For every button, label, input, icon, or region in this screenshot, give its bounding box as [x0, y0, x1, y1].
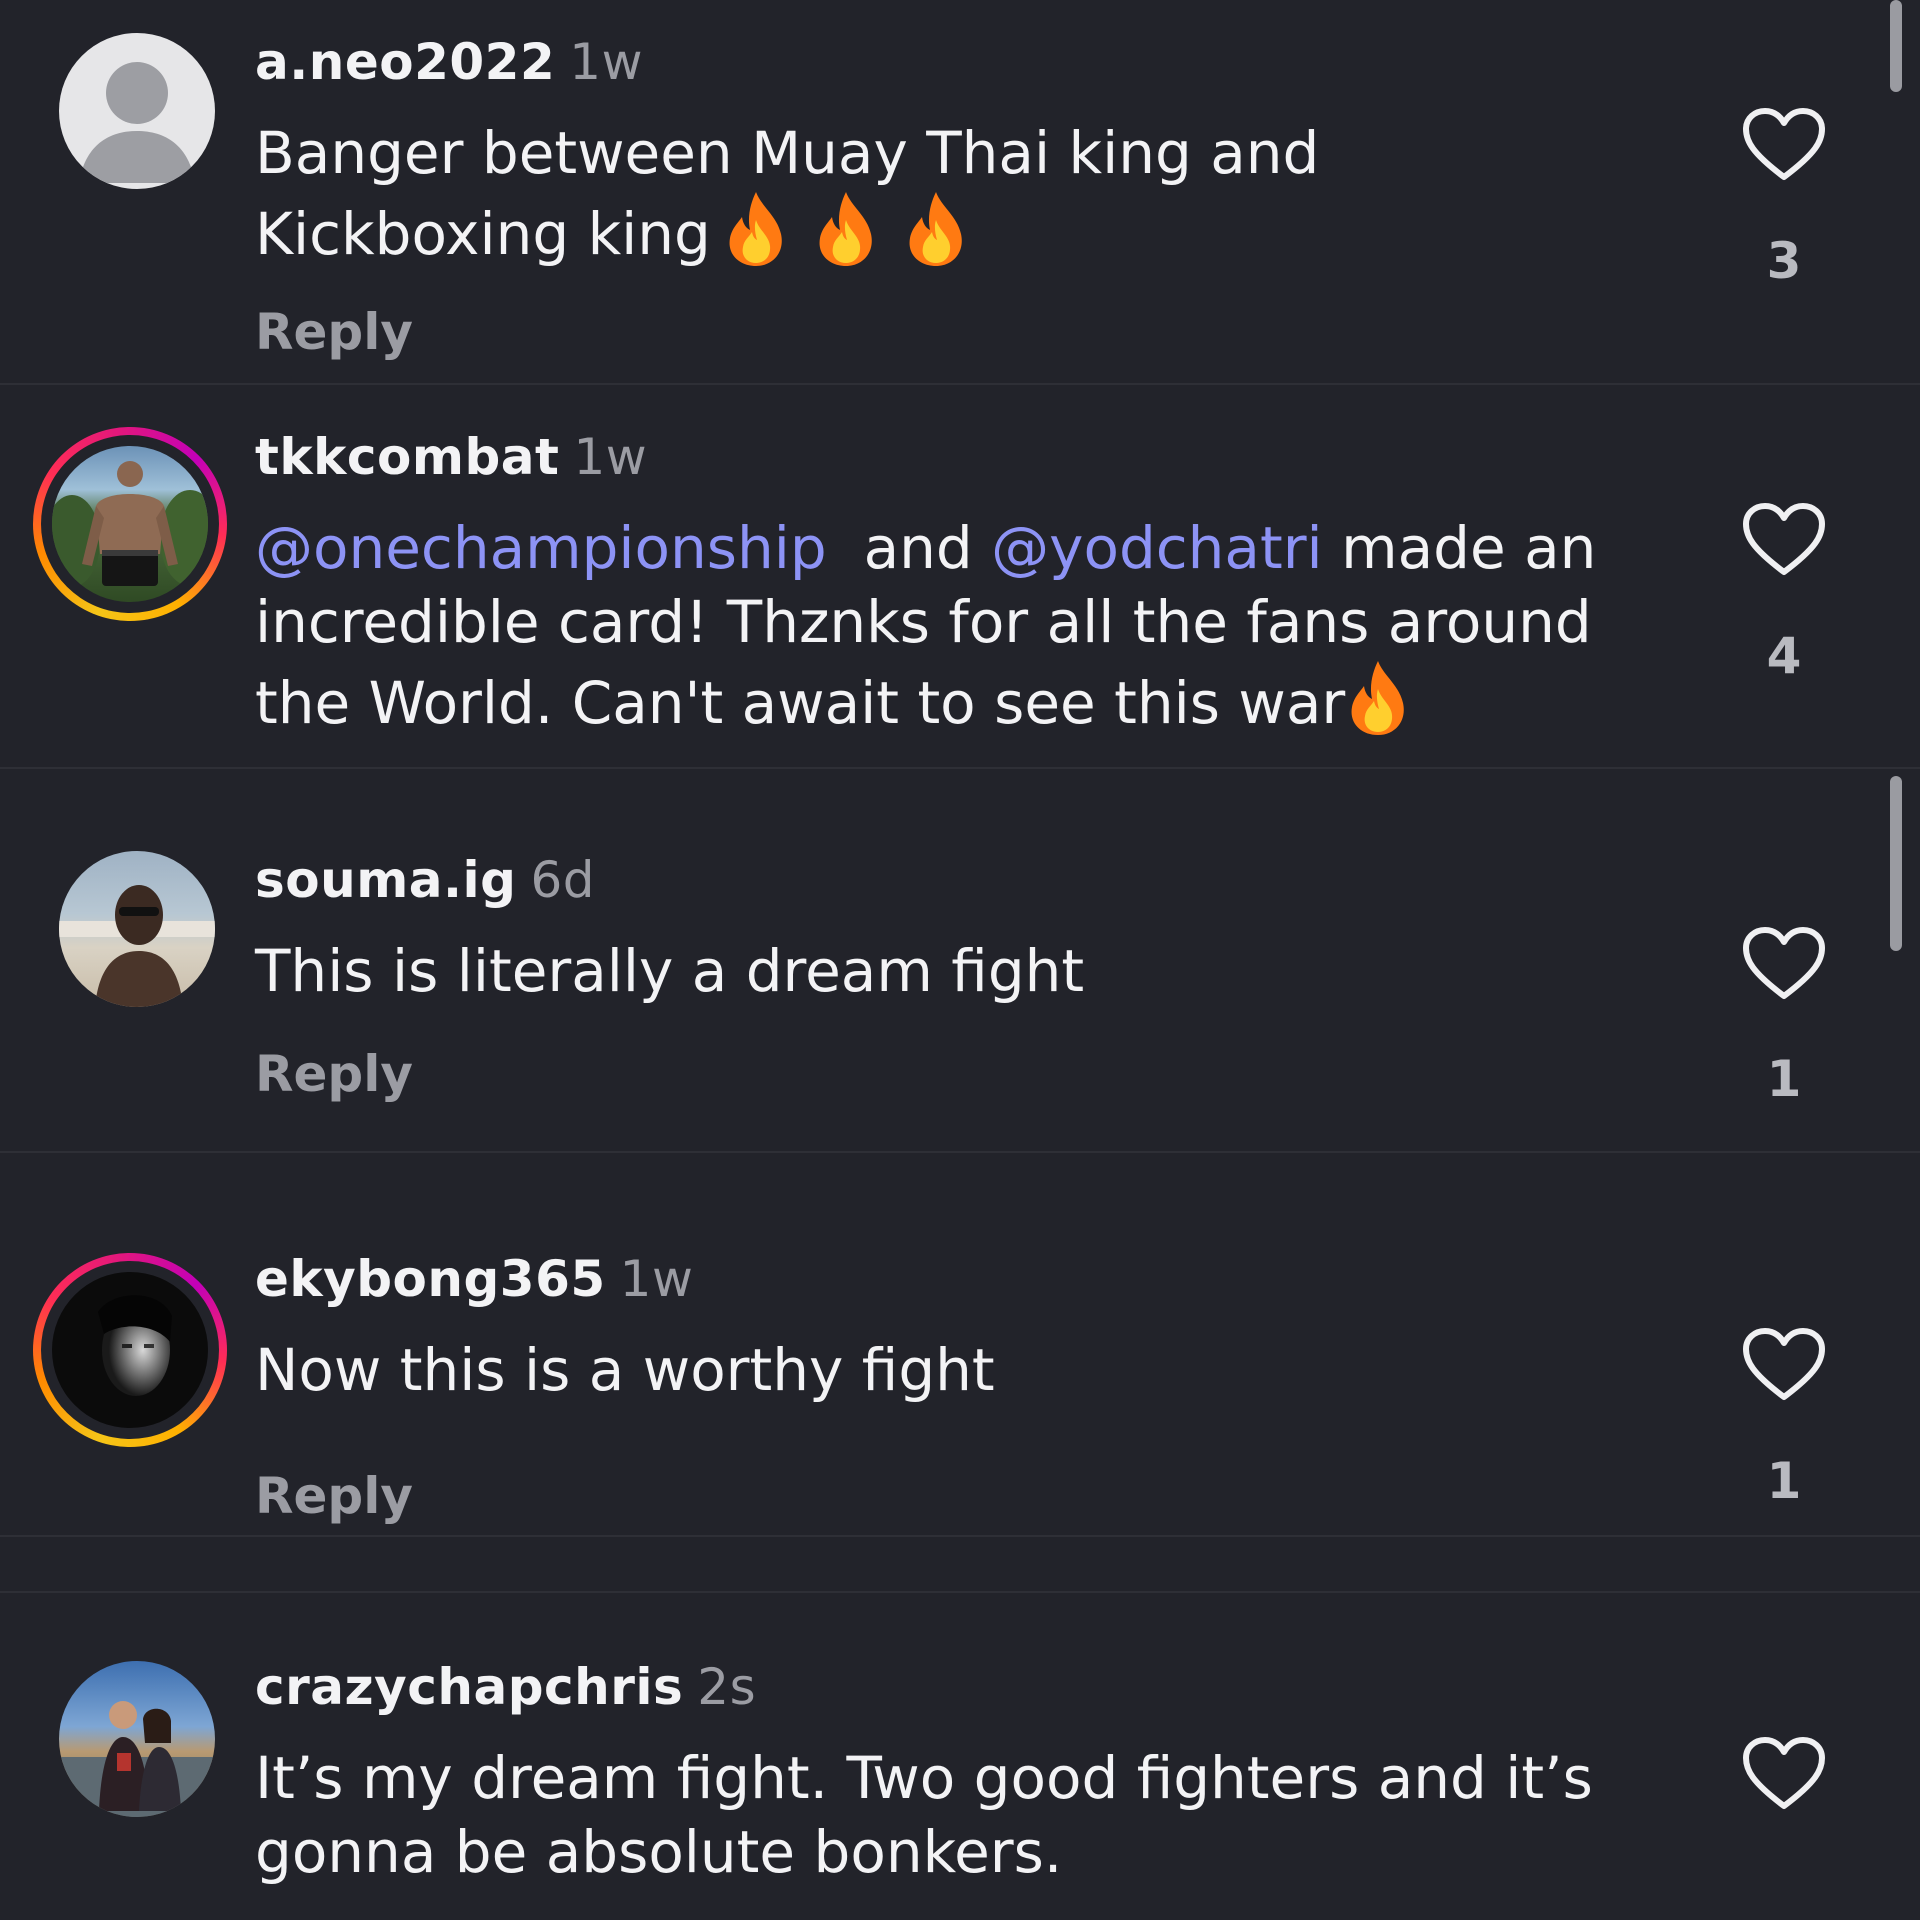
comment-header: tkkcombat 1w	[255, 428, 647, 486]
story-ring[interactable]	[33, 427, 227, 621]
reply-button[interactable]: Reply	[255, 1045, 413, 1103]
timestamp: 6d	[530, 851, 596, 909]
like-count: 4	[1766, 627, 1802, 685]
avatar[interactable]	[59, 851, 215, 1007]
mention-link[interactable]: @yodchatri	[991, 514, 1323, 582]
comment-text: Now this is a worthy fight	[255, 1336, 995, 1404]
timestamp: 2s	[697, 1658, 757, 1716]
comment-header: ekybong365 1w	[255, 1250, 693, 1308]
like-count: 1	[1766, 1050, 1802, 1108]
avatar	[52, 446, 208, 602]
story-ring[interactable]	[33, 1253, 227, 1447]
comment-header: a.neo2022 1w	[255, 33, 643, 91]
fire-emoji-icon	[905, 190, 967, 268]
heart-outline-icon[interactable]	[1742, 1736, 1826, 1812]
avatar[interactable]	[59, 33, 215, 189]
fire-emoji-icon	[815, 190, 877, 268]
couple-photo-icon	[59, 1701, 215, 1817]
avatar	[52, 1272, 208, 1428]
fighter-photo-icon	[52, 461, 208, 587]
fire-emoji-icon	[1347, 659, 1409, 737]
comment-item: tkkcombat 1w @onechampionship and @yodcha…	[0, 385, 1920, 768]
comment-item: a.neo2022 1w Banger between Muay Thai kin…	[0, 0, 1920, 383]
username-link[interactable]: crazychapchris	[255, 1658, 683, 1716]
reply-button[interactable]: Reply	[255, 303, 413, 361]
comment-item: ekybong365 1w Now this is a worthy fight …	[0, 1153, 1920, 1536]
bw-portrait-icon	[98, 1295, 172, 1396]
comment-header: crazychapchris 2s	[255, 1658, 756, 1716]
heart-outline-icon[interactable]	[1742, 107, 1826, 183]
comment-header: souma.ig 6d	[255, 851, 595, 909]
fire-emoji-icon	[725, 190, 787, 268]
comment-text: This is literally a dream fight	[255, 937, 1085, 1005]
username-link[interactable]: a.neo2022	[255, 33, 555, 91]
mention-link[interactable]: @onechampionship	[255, 514, 827, 582]
comment-item: crazychapchris 2s It’s my dream fight. Tw…	[0, 1593, 1920, 1920]
timestamp: 1w	[569, 33, 643, 91]
username-link[interactable]: tkkcombat	[255, 428, 559, 486]
comment-item: souma.ig 6d This is literally a dream fig…	[0, 769, 1920, 1152]
comment-text: Banger between Muay Thai king and Kickbo…	[255, 119, 1320, 268]
reply-button[interactable]: Reply	[255, 1467, 413, 1525]
like-count: 3	[1766, 232, 1802, 290]
default-user-avatar-icon	[79, 62, 195, 183]
timestamp: 1w	[619, 1250, 694, 1308]
person-photo-icon	[59, 885, 215, 1007]
username-link[interactable]: souma.ig	[255, 851, 516, 909]
comment-text: @onechampionship and @yodchatri made an …	[255, 514, 1597, 737]
comment-text: It’s my dream fight. Two good fighters a…	[255, 1744, 1593, 1886]
username-link[interactable]: ekybong365	[255, 1250, 606, 1308]
avatar[interactable]	[59, 1661, 215, 1817]
heart-outline-icon[interactable]	[1742, 926, 1826, 1002]
heart-outline-icon[interactable]	[1742, 1327, 1826, 1403]
timestamp: 1w	[573, 428, 648, 486]
like-count: 1	[1766, 1452, 1802, 1510]
divider	[0, 1535, 1920, 1537]
heart-outline-icon[interactable]	[1742, 502, 1826, 578]
